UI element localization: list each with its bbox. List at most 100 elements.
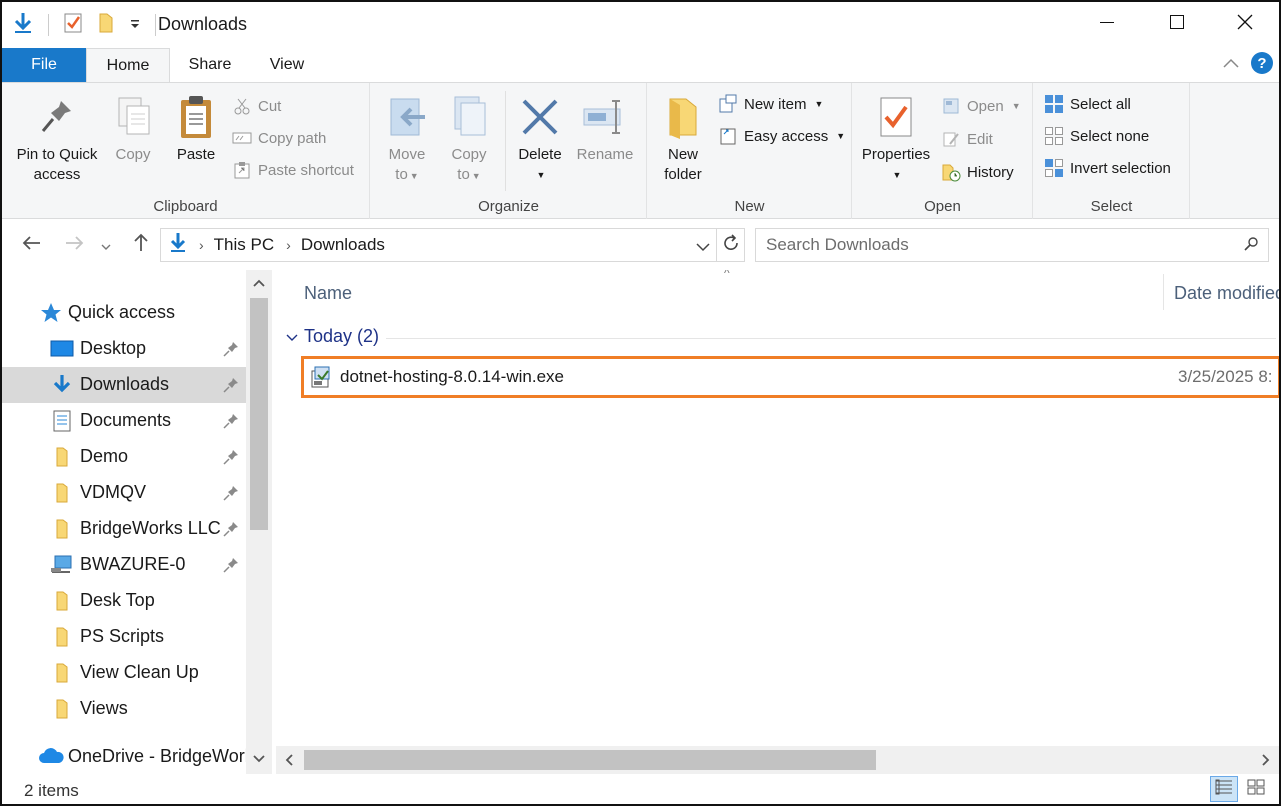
tab-file[interactable]: File <box>2 48 86 82</box>
select-group-label: Select <box>1090 198 1133 215</box>
open-group-label: Open <box>924 198 961 215</box>
nav-scrollbar[interactable] <box>246 270 272 774</box>
select-none-button[interactable]: Select none <box>1044 123 1149 149</box>
cut-button[interactable]: Cut <box>232 93 281 119</box>
close-button[interactable] <box>1210 2 1279 46</box>
nav-item-bridgeworks-llc[interactable]: BridgeWorks LLC <box>2 511 246 547</box>
tab-view[interactable]: View <box>252 48 322 82</box>
select-none-icon <box>1044 126 1064 146</box>
new-item-button[interactable]: New item ▼ <box>718 91 823 117</box>
breadcrumb-downloads[interactable]: Downloads <box>301 235 385 255</box>
recent-locations-button[interactable] <box>98 232 114 258</box>
pin-icon[interactable] <box>222 340 240 358</box>
easy-access-label: Easy access <box>744 127 829 145</box>
nav-scrollbar-thumb[interactable] <box>250 298 268 530</box>
explorer-window: Downloads File Home Share View ? Pin to … <box>0 0 1281 806</box>
nav-item-vdmqv[interactable]: VDMQV <box>2 475 246 511</box>
group-header-today[interactable]: Today (2) <box>286 326 379 347</box>
edit-pencil-icon <box>941 129 961 149</box>
up-button[interactable] <box>128 232 154 258</box>
large-icons-view-icon <box>1246 778 1266 800</box>
properties-button[interactable]: Properties ▼ <box>859 91 933 185</box>
address-history-chevron-icon[interactable] <box>696 239 710 256</box>
paste-button[interactable]: Paste <box>170 91 222 165</box>
column-header-name[interactable]: Name <box>304 270 1164 316</box>
pin-icon[interactable] <box>222 520 240 538</box>
copy-path-icon <box>232 128 252 148</box>
minimize-button[interactable] <box>1072 2 1142 46</box>
nav-item-demo[interactable]: Demo <box>2 439 246 475</box>
new-group-label: New <box>734 198 765 215</box>
details-view-button[interactable] <box>1210 776 1238 802</box>
paste-shortcut-button[interactable]: Paste shortcut <box>232 157 354 183</box>
easy-access-button[interactable]: Easy access ▼ <box>718 123 845 149</box>
scroll-left-icon[interactable] <box>276 746 302 774</box>
pin-icon[interactable] <box>222 412 240 430</box>
copy-path-button[interactable]: Copy path <box>232 125 326 151</box>
pin-icon[interactable] <box>222 484 240 502</box>
back-button[interactable] <box>18 232 44 258</box>
pin-icon[interactable] <box>222 556 240 574</box>
pin-icon[interactable] <box>222 376 240 394</box>
content-scrollbar-thumb[interactable] <box>304 750 876 770</box>
nav-item-label: BWAZURE-0 <box>80 554 186 574</box>
back-arrow-icon <box>21 234 41 257</box>
ribbon: Pin to Quick access Copy Paste Cut Copy … <box>2 82 1279 219</box>
invert-selection-button[interactable]: Invert selection <box>1044 155 1171 181</box>
history-button[interactable]: History <box>941 159 1014 185</box>
nav-item-desk-top[interactable]: Desk Top <box>2 583 246 619</box>
nav-item-downloads[interactable]: Downloads <box>2 367 246 403</box>
address-bar[interactable]: › This PC › Downloads <box>160 228 717 262</box>
scroll-right-icon[interactable] <box>1253 746 1279 774</box>
nav-item-view-clean-up[interactable]: View Clean Up <box>2 655 246 691</box>
select-all-button[interactable]: Select all <box>1044 91 1131 117</box>
customize-toolbar-chevron-icon[interactable] <box>129 17 141 34</box>
nav-item-views[interactable]: Views <box>2 691 246 727</box>
pin-icon[interactable] <box>222 448 240 466</box>
column-header-date-modified[interactable]: Date modified <box>1174 270 1279 316</box>
item-count: 2 items <box>24 781 79 800</box>
nav-quick-access[interactable]: Quick access <box>2 295 246 331</box>
help-icon[interactable]: ? <box>1251 52 1273 74</box>
new-group: New folder New item ▼ Easy access ▼ New <box>648 83 852 219</box>
maximize-button[interactable] <box>1142 2 1212 46</box>
properties-label: Properties <box>861 146 931 163</box>
move-to-button[interactable]: Move to ▼ <box>381 91 433 186</box>
pin-to-quick-access-button[interactable]: Pin to Quick access <box>12 91 102 185</box>
tab-share[interactable]: Share <box>174 48 246 82</box>
copy-to-button[interactable]: Copy to ▼ <box>443 91 495 186</box>
nav-item-ps-scripts[interactable]: PS Scripts <box>2 619 246 655</box>
nav-item-label: VDMQV <box>80 482 147 502</box>
select-group: Select all Select none Invert selection … <box>1034 83 1190 219</box>
new-folder-button[interactable]: New folder <box>656 91 710 185</box>
collapse-ribbon-chevron-icon[interactable] <box>1223 55 1239 72</box>
edit-button[interactable]: Edit <box>941 126 993 152</box>
rename-button[interactable]: Rename <box>573 91 637 165</box>
refresh-button[interactable] <box>717 228 745 262</box>
forward-button[interactable] <box>62 232 88 258</box>
minimize-icon <box>1099 14 1115 34</box>
delete-button[interactable]: Delete ▼ <box>513 91 567 185</box>
content-horizontal-scrollbar[interactable] <box>276 746 1279 774</box>
scroll-down-icon[interactable] <box>246 746 272 772</box>
nav-item-documents[interactable]: Documents <box>2 403 246 439</box>
tab-home[interactable]: Home <box>86 48 170 83</box>
folder-icon <box>50 662 74 684</box>
delete-dropdown-caret: ▼ <box>536 170 546 180</box>
paste-shortcut-label: Paste shortcut <box>258 161 354 179</box>
properties-icon[interactable] <box>63 12 83 38</box>
address-row: › This PC › Downloads Search Downloads <box>2 220 1279 270</box>
copy-button[interactable]: Copy <box>106 91 160 165</box>
nav-item-bwazure-0[interactable]: BWAZURE-0 <box>2 547 246 583</box>
scroll-up-icon[interactable] <box>246 270 272 296</box>
invert-selection-icon <box>1044 158 1064 178</box>
column-divider[interactable] <box>1163 274 1164 310</box>
open-button[interactable]: Open ▼ <box>941 93 1021 119</box>
nav-item-desktop[interactable]: Desktop <box>2 331 246 367</box>
search-input[interactable]: Search Downloads <box>755 228 1269 262</box>
large-icons-view-button[interactable] <box>1242 776 1270 802</box>
file-row[interactable]: dotnet-hosting-8.0.14-win.exe 3/25/2025 … <box>301 356 1279 398</box>
breadcrumb-this-pc[interactable]: This PC <box>214 235 274 255</box>
nav-onedrive[interactable]: OneDrive - BridgeWorl <box>2 739 249 775</box>
new-folder-icon[interactable] <box>97 12 115 38</box>
